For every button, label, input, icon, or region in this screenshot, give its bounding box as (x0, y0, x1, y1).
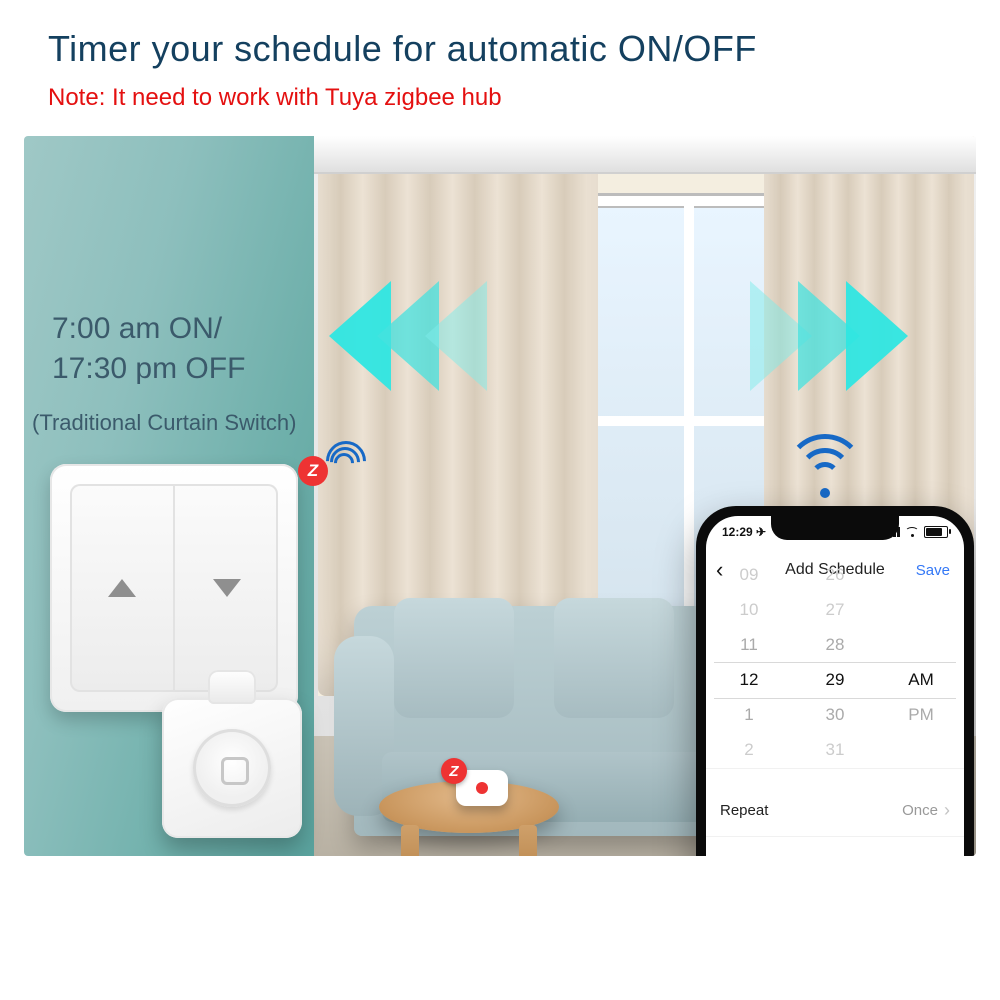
repeat-label: Repeat (720, 802, 768, 819)
headline: Timer your schedule for automatic ON/OFF (48, 28, 757, 70)
minute-wheel[interactable]: 262728293031 (792, 592, 878, 768)
signal-icon (326, 439, 362, 475)
wifi-icon (905, 527, 919, 537)
chevron-right-icon: › (944, 800, 950, 821)
schedule-off-text: 17:30 pm OFF (52, 352, 245, 386)
chevron-right-icon: › (944, 853, 950, 857)
repeat-value: Once (902, 802, 938, 819)
curtain-up-button[interactable] (70, 484, 175, 692)
arrow-up-icon (108, 579, 136, 597)
battery-icon (924, 526, 948, 538)
ampm-wheel[interactable]: AMPM (878, 592, 964, 768)
hour-wheel[interactable]: 0910111212 (706, 592, 792, 768)
schedule-on-text: 7:00 am ON/ (52, 312, 222, 346)
status-time: 12:29 ✈ (722, 525, 766, 539)
schedule-caption: (Traditional Curtain Switch) (32, 410, 297, 436)
phone-mockup: 12:29 ✈ ‹ Add Schedule Save 0910111212 2… (696, 506, 974, 856)
wifi-icon (784, 436, 866, 498)
zigbee-icon (298, 456, 328, 486)
fingerbot-device (162, 698, 302, 838)
time-picker[interactable]: 0910111212 262728293031 AMPM (706, 592, 964, 769)
note-text: Note: It need to work with Tuya zigbee h… (48, 84, 502, 112)
room-scene: 7:00 am ON/ 17:30 pm OFF (Traditional Cu… (24, 136, 976, 856)
note-label: Note (720, 855, 752, 857)
save-button[interactable]: Save (916, 548, 950, 592)
arrow-down-icon (213, 579, 241, 597)
open-left-icon (329, 281, 473, 391)
note-row[interactable]: Note › (706, 837, 964, 856)
open-right-icon (764, 281, 908, 391)
wall-switch-plate (50, 464, 298, 712)
zigbee-icon (441, 758, 467, 784)
repeat-row[interactable]: Repeat Once › (706, 784, 964, 837)
curtain-down-button[interactable] (175, 484, 278, 692)
